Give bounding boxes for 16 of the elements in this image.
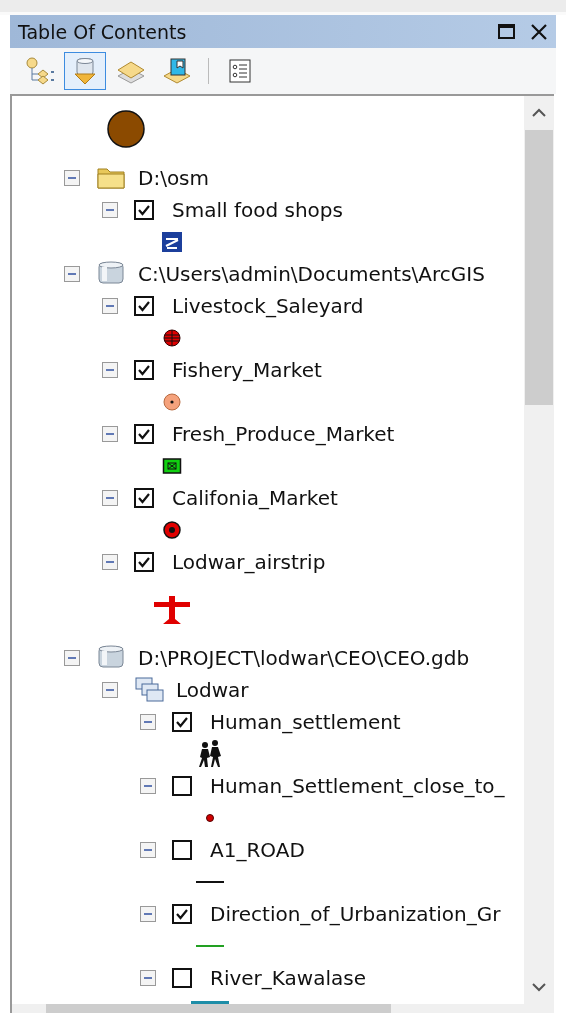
group-name[interactable]: D:\osm: [138, 166, 209, 190]
layer-name[interactable]: Human_Settlement_close_to_: [210, 774, 505, 798]
layer-name[interactable]: Fresh_Produce_Market: [172, 422, 395, 446]
window-title: Table Of Contents: [18, 20, 187, 43]
layer-name[interactable]: Fishery_Market: [172, 358, 322, 382]
layer-name[interactable]: Califonia_Market: [172, 486, 338, 510]
group-name[interactable]: Lodwar: [176, 678, 249, 702]
layer-name[interactable]: Livestock_Saleyard: [172, 294, 364, 318]
layer-name[interactable]: Lodwar_airstrip: [172, 550, 326, 574]
layer-name[interactable]: Human_settlement: [210, 710, 401, 734]
layer-name[interactable]: Small food shops: [172, 198, 343, 222]
layer-name[interactable]: Direction_of_Urbanization_Gr: [210, 902, 501, 926]
group-name[interactable]: C:\Users\admin\Documents\ArcGIS: [138, 262, 485, 286]
layer-name[interactable]: A1_ROAD: [210, 838, 305, 862]
group-name[interactable]: D:\PROJECT\lodwar\CEO\CEO.gdb: [138, 646, 470, 670]
layer-name[interactable]: River_Kawalase: [210, 966, 366, 990]
